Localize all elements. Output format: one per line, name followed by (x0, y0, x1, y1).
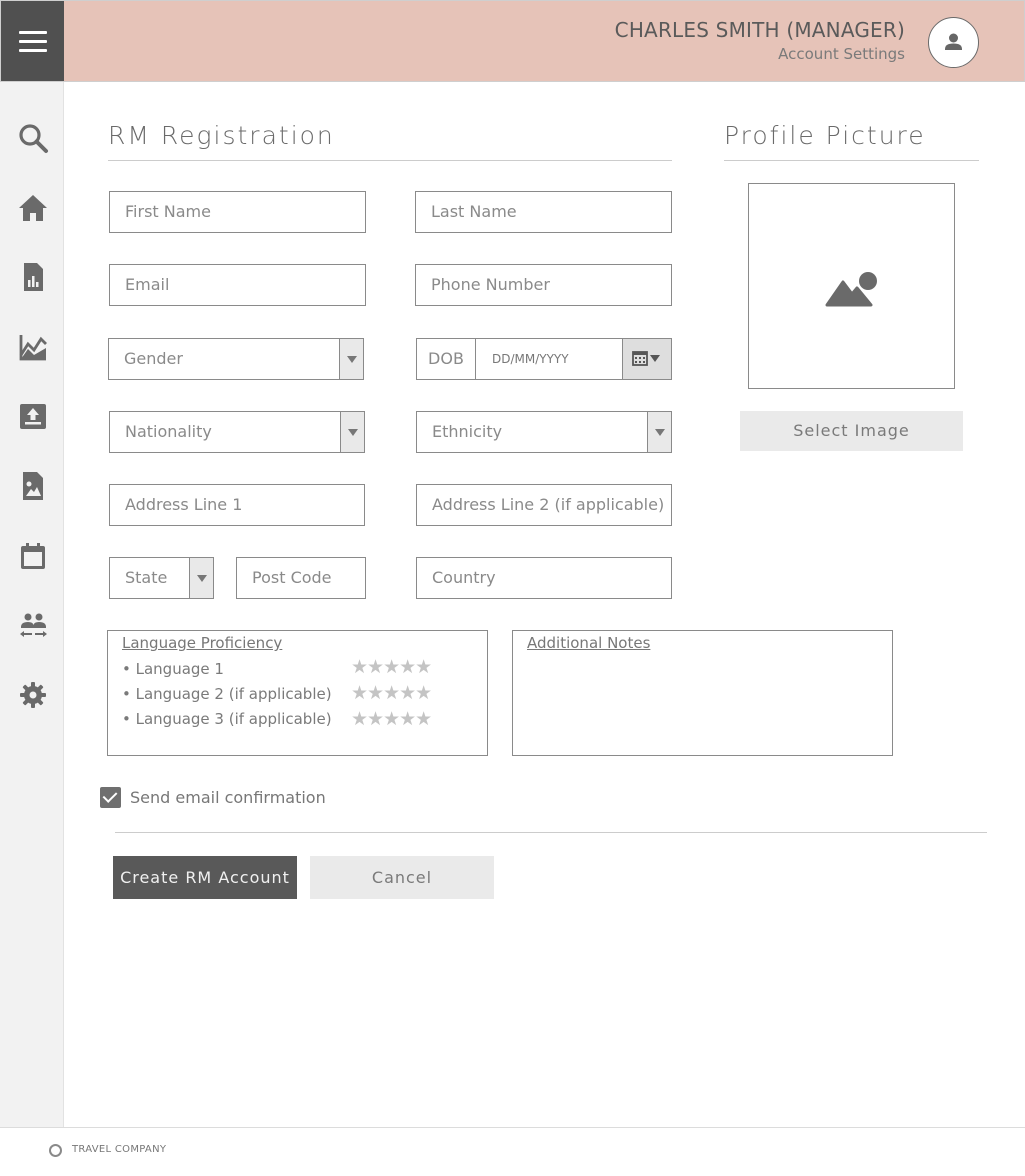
calendar-icon (632, 351, 660, 366)
sidebar-item-media[interactable] (16, 469, 50, 503)
dob-input[interactable]: DD/MM/YYYY (477, 339, 622, 379)
chevron-down-icon[interactable] (189, 558, 213, 598)
profile-image-preview (748, 183, 955, 389)
country-field[interactable]: Country (416, 557, 672, 599)
title-divider (108, 160, 672, 161)
account-settings-link[interactable]: Account Settings (778, 45, 905, 63)
language-item: • Language 1 (122, 660, 224, 678)
chart-icon (19, 335, 47, 361)
image-file-icon (23, 472, 43, 500)
profile-title-divider (724, 160, 979, 161)
nationality-select-value: Nationality (125, 422, 212, 441)
cancel-button[interactable]: Cancel (310, 856, 494, 899)
sidebar-item-search[interactable] (16, 121, 50, 155)
search-icon (19, 124, 48, 153)
email-confirmation-checkbox[interactable] (100, 787, 121, 808)
email-field[interactable]: Email (109, 264, 366, 306)
report-icon (24, 263, 43, 291)
menu-button[interactable] (1, 1, 64, 81)
nationality-select[interactable]: Nationality (109, 411, 365, 453)
sidebar-item-reports[interactable] (16, 260, 50, 294)
dob-label: DOB (417, 339, 476, 379)
sidebar (0, 82, 64, 1127)
first-name-field[interactable]: First Name (109, 191, 366, 233)
language-label: Language 1 (135, 660, 224, 678)
dob-field[interactable]: DOB DD/MM/YYYY (416, 338, 672, 380)
home-icon (19, 195, 47, 221)
footer-company: TRAVEL COMPANY (72, 1144, 167, 1155)
hamburger-icon-bar (19, 49, 47, 52)
upload-icon (20, 404, 46, 429)
address-line-1-field[interactable]: Address Line 1 (109, 484, 365, 526)
additional-notes-box[interactable]: Additional Notes (512, 630, 893, 756)
hamburger-icon (19, 31, 47, 34)
profile-picture-title: Profile Picture (724, 121, 926, 150)
post-code-field[interactable]: Post Code (236, 557, 366, 599)
select-image-button[interactable]: Select Image (740, 411, 963, 451)
image-placeholder-icon (825, 272, 877, 307)
language-item: • Language 2 (if applicable) (122, 685, 332, 703)
sidebar-item-settings[interactable] (16, 678, 50, 712)
calendar-picker-button[interactable] (622, 339, 671, 379)
chevron-down-icon[interactable] (647, 412, 671, 452)
ethnicity-select-value: Ethnicity (432, 422, 503, 441)
rating-stars[interactable]: ★★★★★ (351, 656, 432, 678)
language-label: Language 2 (if applicable) (135, 685, 332, 703)
avatar-button[interactable] (928, 17, 979, 68)
language-label: Language 3 (if applicable) (135, 710, 332, 728)
rating-stars[interactable]: ★★★★★ (351, 708, 432, 730)
language-proficiency-title: Language Proficiency (122, 634, 283, 652)
address-line-2-field[interactable]: Address Line 2 (if applicable) (416, 484, 672, 526)
create-account-button[interactable]: Create RM Account (113, 856, 297, 899)
sidebar-item-upload[interactable] (16, 399, 50, 433)
calendar-icon (21, 543, 45, 569)
copyright-icon (49, 1144, 62, 1157)
footer-divider (0, 1127, 1025, 1128)
sidebar-item-team[interactable] (16, 608, 50, 642)
language-proficiency-box: Language Proficiency • Language 1 ★★★★★ … (107, 630, 488, 756)
hamburger-icon-bar (19, 40, 47, 43)
gender-select-value: Gender (124, 349, 183, 368)
sidebar-item-analytics[interactable] (16, 330, 50, 364)
email-confirmation-label: Send email confirmation (130, 788, 326, 807)
actions-divider (115, 832, 987, 833)
user-name: CHARLES SMITH (MANAGER) (614, 18, 905, 42)
sidebar-item-calendar[interactable] (16, 539, 50, 573)
language-item: • Language 3 (if applicable) (122, 710, 332, 728)
people-transfer-icon (20, 613, 47, 637)
last-name-field[interactable]: Last Name (415, 191, 672, 233)
gender-select[interactable]: Gender (108, 338, 364, 380)
state-select-value: State (125, 568, 168, 587)
page-title: RM Registration (108, 121, 335, 150)
state-select[interactable]: State (109, 557, 214, 599)
user-icon (945, 33, 962, 50)
chevron-down-icon[interactable] (339, 339, 363, 379)
sidebar-item-home[interactable] (16, 191, 50, 225)
settings-icon (20, 682, 46, 708)
phone-field[interactable]: Phone Number (415, 264, 672, 306)
additional-notes-title: Additional Notes (527, 634, 651, 652)
chevron-down-icon[interactable] (340, 412, 364, 452)
rating-stars[interactable]: ★★★★★ (351, 682, 432, 704)
ethnicity-select[interactable]: Ethnicity (416, 411, 672, 453)
